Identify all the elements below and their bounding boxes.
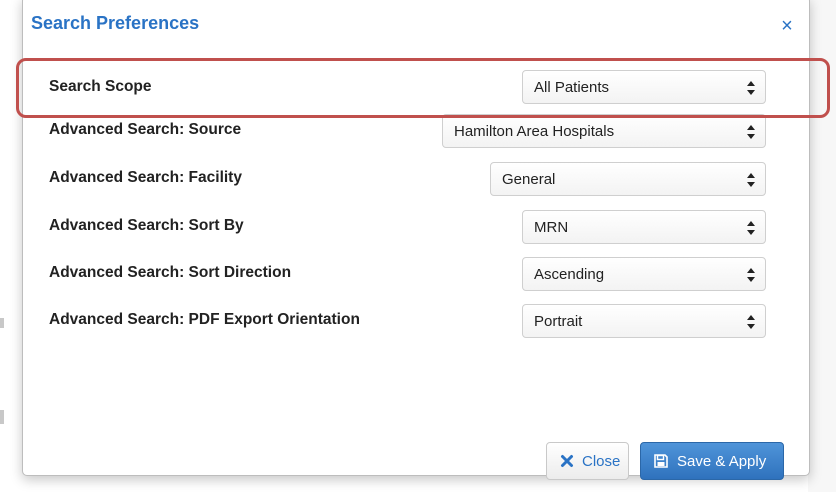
facility-select[interactable]: General xyxy=(490,162,766,196)
background-scroll-mark xyxy=(0,410,4,424)
save-apply-button[interactable]: Save & Apply xyxy=(640,442,784,480)
sort-direction-value: Ascending xyxy=(534,266,605,283)
close-button[interactable]: Close xyxy=(546,442,629,480)
background-scroll-mark xyxy=(0,318,4,328)
select-arrows-icon xyxy=(747,268,755,282)
facility-label: Advanced Search: Facility xyxy=(49,169,242,186)
search-scope-select[interactable]: All Patients xyxy=(522,70,766,104)
pdf-orientation-select[interactable]: Portrait xyxy=(522,304,766,338)
sort-by-select[interactable]: MRN xyxy=(522,210,766,244)
close-button-label: Close xyxy=(582,453,621,470)
facility-value: General xyxy=(502,171,556,188)
x-icon xyxy=(561,455,573,467)
source-select[interactable]: Hamilton Area Hospitals xyxy=(442,114,766,148)
select-arrows-icon xyxy=(747,221,755,235)
select-arrows-icon xyxy=(747,315,755,329)
pdf-orientation-label: Advanced Search: PDF Export Orientation xyxy=(49,311,360,328)
save-apply-label: Save & Apply xyxy=(677,453,767,470)
select-arrows-icon xyxy=(747,125,755,139)
select-arrows-icon xyxy=(747,173,755,187)
sort-by-value: MRN xyxy=(534,219,569,236)
backdrop-panel xyxy=(808,0,836,492)
dialog-header: Search Preferences × xyxy=(23,0,809,43)
dialog-title: Search Preferences xyxy=(31,13,200,33)
search-scope-label: Search Scope xyxy=(49,78,152,95)
select-arrows-icon xyxy=(747,81,755,95)
source-value: Hamilton Area Hospitals xyxy=(454,123,615,140)
source-label: Advanced Search: Source xyxy=(49,121,242,138)
search-preferences-dialog: Search Preferences × Search Scope All Pa… xyxy=(22,0,810,480)
floppy-disk-icon xyxy=(654,454,668,468)
sort-direction-label: Advanced Search: Sort Direction xyxy=(49,264,292,281)
sort-by-label: Advanced Search: Sort By xyxy=(49,217,244,234)
close-icon[interactable]: × xyxy=(777,15,797,37)
sort-direction-select[interactable]: Ascending xyxy=(522,257,766,291)
pdf-orientation-value: Portrait xyxy=(534,313,583,330)
search-scope-value: All Patients xyxy=(534,79,610,96)
